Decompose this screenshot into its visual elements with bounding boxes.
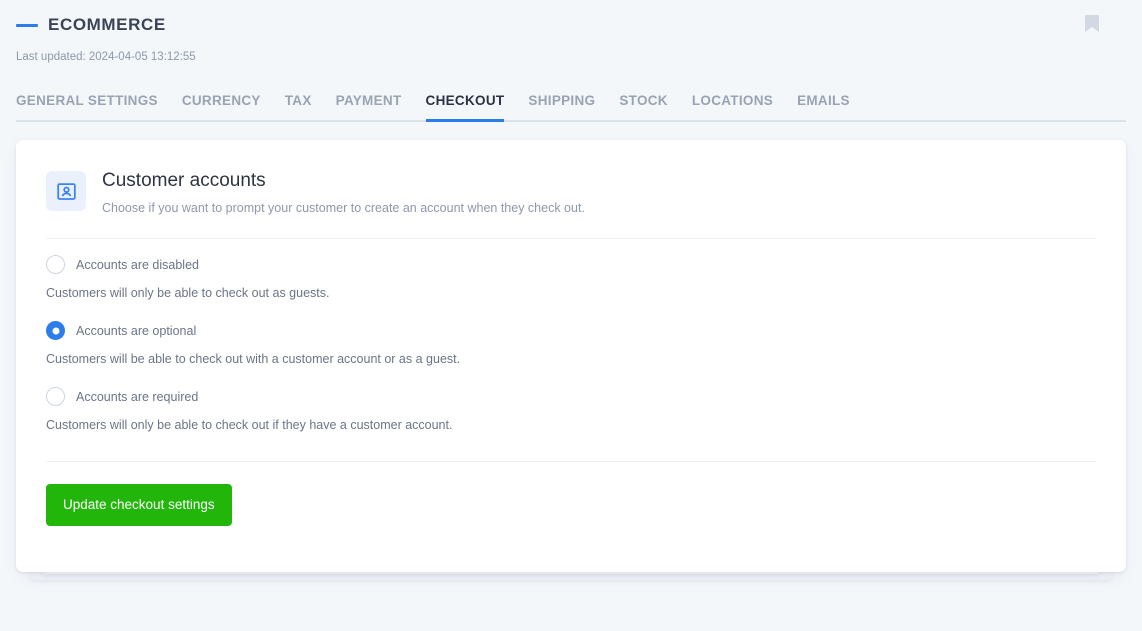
option-0: Accounts are disabled Customers will only… bbox=[46, 255, 1096, 301]
tab-payment[interactable]: PAYMENT bbox=[324, 93, 414, 120]
card-title: Customer accounts bbox=[102, 170, 266, 191]
customer-accounts-card: Customer accounts Choose if you want to … bbox=[16, 140, 1126, 572]
radio-option-description-2: Customers will only be able to check out… bbox=[46, 418, 453, 432]
option-1: Accounts are optional Customers will be a… bbox=[46, 321, 1096, 367]
card-footer: Update checkout settings bbox=[46, 433, 1096, 526]
card-subtitle: Choose if you want to prompt your custom… bbox=[102, 201, 585, 215]
title-row: ECOMMERCE bbox=[16, 14, 1126, 36]
tab-tax[interactable]: TAX bbox=[273, 93, 324, 120]
radio-option-label-0: Accounts are disabled bbox=[76, 257, 199, 272]
card-header: Customer accounts Choose if you want to … bbox=[46, 168, 1096, 238]
contact-card-icon bbox=[46, 171, 86, 211]
tab-checkout[interactable]: CHECKOUT bbox=[414, 93, 517, 122]
tab-stock[interactable]: STOCK bbox=[607, 93, 680, 120]
radio-option-row-2[interactable]: Accounts are required bbox=[46, 387, 1096, 406]
tab-emails[interactable]: EMAILS bbox=[785, 93, 862, 120]
page-header: ECOMMERCE Last updated: 2024-04-05 13:12… bbox=[0, 0, 1142, 64]
option-2: Accounts are required Customers will only… bbox=[46, 387, 1096, 433]
radio-button-1[interactable] bbox=[46, 321, 65, 340]
radio-button-2[interactable] bbox=[46, 387, 65, 406]
bookmark-icon[interactable] bbox=[1084, 14, 1100, 34]
radio-option-description-0: Customers will only be able to check out… bbox=[46, 286, 330, 300]
radio-button-0[interactable] bbox=[46, 255, 65, 274]
page-title: ECOMMERCE bbox=[48, 15, 166, 34]
title-dash-icon bbox=[16, 23, 38, 27]
radio-option-description-1: Customers will be able to check out with… bbox=[46, 352, 461, 366]
radio-option-label-1: Accounts are optional bbox=[76, 323, 197, 338]
card-stack: Customer accounts Choose if you want to … bbox=[16, 140, 1126, 580]
last-updated-text: Last updated: 2024-04-05 13:12:55 bbox=[16, 51, 196, 63]
card-header-text: Customer accounts Choose if you want to … bbox=[102, 168, 585, 216]
tab-shipping[interactable]: SHIPPING bbox=[516, 93, 607, 120]
radio-option-label-2: Accounts are required bbox=[76, 389, 199, 404]
customer-account-options: Accounts are disabled Customers will only… bbox=[46, 239, 1096, 433]
footer-divider bbox=[46, 461, 1096, 462]
tab-general-settings[interactable]: GENERAL SETTINGS bbox=[16, 93, 170, 120]
radio-option-row-1[interactable]: Accounts are optional bbox=[46, 321, 1096, 340]
update-checkout-settings-button[interactable]: Update checkout settings bbox=[46, 484, 232, 526]
settings-tab-bar: GENERAL SETTINGS CURRENCY TAX PAYMENT CHECKO… bbox=[16, 88, 1126, 122]
radio-option-row-0[interactable]: Accounts are disabled bbox=[46, 255, 1096, 274]
tab-currency[interactable]: CURRENCY bbox=[170, 93, 273, 120]
tab-locations[interactable]: LOCATIONS bbox=[680, 93, 785, 120]
